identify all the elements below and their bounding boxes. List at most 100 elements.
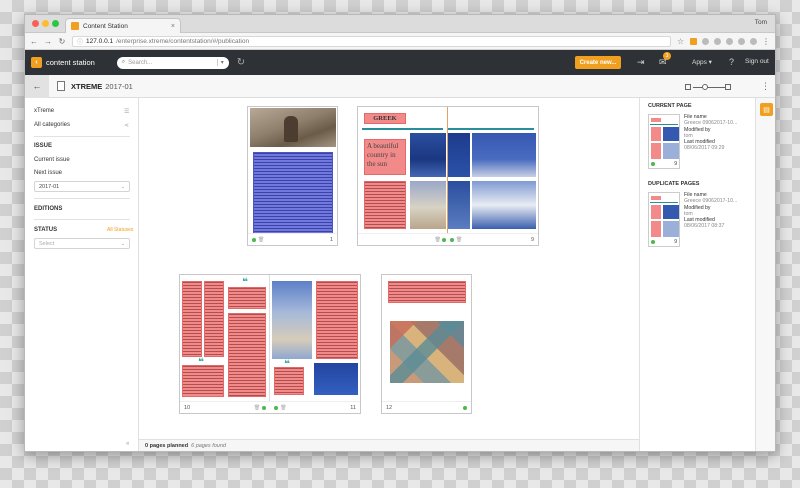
extension-grey-icon[interactable] (714, 37, 721, 45)
profile-name[interactable]: Tom (755, 19, 767, 26)
zoom-in-icon[interactable] (725, 84, 731, 90)
back-arrow-icon[interactable]: ← (30, 37, 38, 46)
text-frame (253, 152, 333, 233)
publication-issue: 2017-01 (105, 81, 133, 91)
text-frame (228, 313, 266, 397)
text-frame (204, 281, 224, 357)
back-arrow-icon: ← (32, 81, 42, 91)
category-filter[interactable]: All categories (34, 122, 70, 128)
trash-icon[interactable]: 🗑 (435, 237, 441, 243)
current-issue-option[interactable]: Current issue (34, 157, 70, 163)
issue-section-title: ISSUE (34, 143, 53, 149)
info-icon: ⓘ (77, 39, 84, 46)
status-dot-icon (441, 237, 446, 242)
close-tab-icon[interactable]: × (171, 23, 175, 30)
status-dot-icon (651, 162, 655, 166)
page-spread[interactable]: GREEK A beautiful country in the sun 🗑 🗑… (357, 106, 539, 246)
page-canvas-left: GREEK A beautiful country in the sun (358, 107, 448, 233)
editions-section-title: EDITIONS (34, 206, 63, 212)
extension-grey-icon[interactable] (750, 37, 757, 45)
search-input[interactable]: ⌕ Search... ▾ (116, 56, 229, 69)
more-options-icon[interactable]: ⋮ (761, 81, 770, 92)
collapse-panel-icon[interactable]: « (126, 441, 129, 447)
browser-menu-icon[interactable]: ⋮ (762, 37, 770, 46)
status-section-title: STATUS (34, 227, 58, 233)
app-header: ‹ content station ⌕ Search... ▾ ↻ Create… (25, 50, 775, 75)
refresh-icon[interactable]: ↻ (237, 57, 245, 68)
page-number: 10 (184, 404, 191, 411)
search-scope-dropdown-icon[interactable]: ▾ (216, 59, 224, 66)
trash-icon[interactable]: 🗑 (280, 405, 286, 411)
harbor-photo (272, 281, 312, 359)
extension-grey-icon[interactable] (738, 37, 745, 45)
next-issue-option[interactable]: Next issue (34, 170, 62, 176)
text-frame (364, 181, 406, 229)
status-dot-icon (262, 405, 267, 410)
notification-badge: 3 (663, 52, 671, 60)
page-number: 9 (530, 236, 534, 243)
page-thumbnail[interactable]: 12 (381, 274, 472, 414)
extension-grey-icon[interactable] (726, 37, 733, 45)
guitarist-photo (250, 108, 336, 147)
duplicate-pages-title: DUPLICATE PAGES (648, 181, 700, 187)
page-footer: 12 (382, 401, 471, 413)
file-name-value: Greece 09062017-10... (684, 120, 738, 127)
zoom-window-button[interactable] (52, 20, 59, 27)
page-footer: 🗑 1 (248, 233, 337, 245)
quote-icon: ❝ (242, 277, 248, 288)
address-bar[interactable]: ⓘ 127.0.0.1/enterprise.xtreme/contentsta… (72, 35, 671, 47)
export-icon[interactable]: ⇥ (637, 57, 645, 68)
extension-icons: ☆ ⋮ (677, 37, 770, 46)
url-host: 127.0.0.1 (86, 37, 114, 45)
share-icon[interactable]: ⋖ (124, 122, 129, 129)
close-window-button[interactable] (32, 20, 39, 27)
current-page-thumbnail[interactable]: 9 (648, 114, 680, 169)
domes-photo (472, 181, 536, 229)
create-new-button[interactable]: Create new... (575, 56, 621, 69)
apps-menu[interactable]: Apps ▾ (692, 58, 712, 66)
help-icon[interactable]: ? (729, 57, 734, 67)
search-icon: ⌕ (121, 59, 126, 65)
bookmark-star-icon[interactable]: ☆ (677, 37, 685, 45)
main-content: xTreme ☰ All categories ⋖ ISSUE Current … (25, 98, 775, 451)
sea-photo (448, 133, 470, 177)
list-icon[interactable]: ☰ (124, 108, 129, 115)
extension-orange-icon[interactable] (690, 37, 697, 45)
rule-line (362, 128, 443, 130)
reload-icon[interactable]: ↻ (58, 37, 66, 46)
back-button[interactable]: ← (25, 74, 49, 98)
divider (34, 198, 130, 199)
app-brand: content station (46, 58, 95, 67)
status-dot-icon (449, 237, 454, 242)
publication-name: XTREME (71, 81, 103, 91)
zoom-handle[interactable] (702, 84, 708, 90)
chevron-down-icon: ⌄ (120, 240, 125, 247)
trash-icon[interactable]: 🗑 (456, 237, 462, 243)
thumb-page-number: 9 (674, 161, 677, 167)
trash-icon[interactable]: 🗑 (258, 237, 264, 243)
forward-arrow-icon[interactable]: → (44, 37, 52, 46)
page-info-toggle-button[interactable]: ▤ (760, 103, 773, 116)
zoom-out-icon[interactable] (685, 84, 691, 90)
url-path: /enterprise.xtreme/contentstation/#/publ… (116, 37, 250, 45)
zoom-track (693, 87, 725, 88)
page-spread[interactable]: ❝ ❝ ❝ 10 🗑 🗑 11 (179, 274, 361, 414)
trash-icon[interactable]: 🗑 (254, 405, 260, 411)
duplicate-page-thumbnail[interactable]: 9 (648, 192, 680, 247)
brand-filter[interactable]: xTreme (34, 108, 54, 114)
page-thumbnail[interactable]: 🗑 1 (247, 106, 338, 246)
issue-select[interactable]: 2017-01 ⌄ (34, 181, 130, 192)
browser-tab[interactable]: Content Station × (65, 18, 181, 33)
minimize-window-button[interactable] (42, 20, 49, 27)
page-number: 12 (386, 404, 393, 411)
rule-line (448, 128, 534, 130)
page-canvas-left: ❝ ❝ (180, 275, 270, 401)
status-select[interactable]: Select ⌄ (34, 238, 130, 249)
sea-photo (448, 181, 470, 229)
pages-found: 6 pages found (191, 442, 226, 449)
duplicate-page-meta: File name Greece 09062017-10... Modified… (684, 192, 737, 230)
zoom-slider[interactable] (685, 84, 731, 90)
sign-out-button[interactable]: Sign out (745, 58, 769, 65)
last-modified-value: 08/06/2017 08:37 (684, 223, 725, 230)
extension-grey-icon[interactable] (702, 37, 709, 45)
